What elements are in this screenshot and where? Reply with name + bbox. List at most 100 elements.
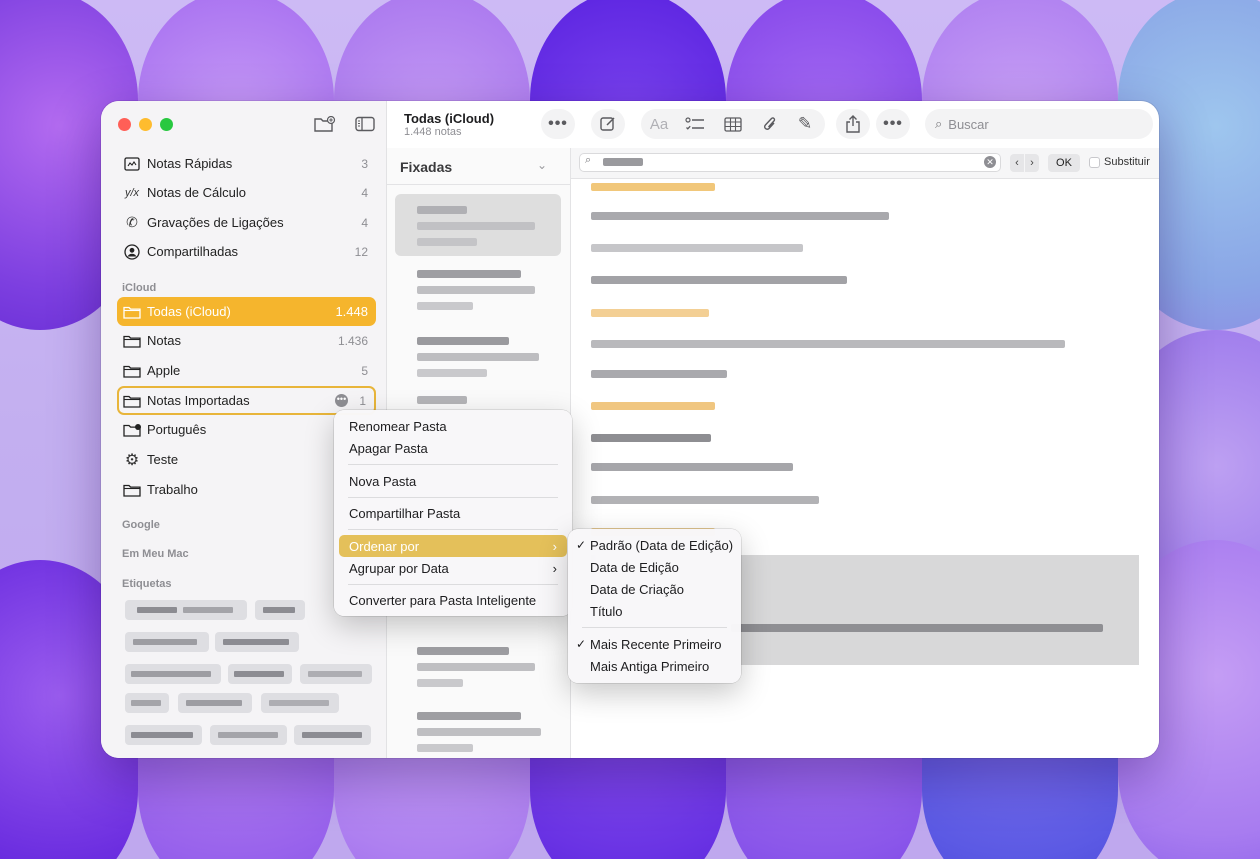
minimize-button[interactable]: [139, 118, 152, 131]
sidebar-item-quick-notes[interactable]: Notas Rápidas 3: [117, 149, 376, 178]
menu-item-delete-folder[interactable]: Apagar Pasta: [339, 437, 567, 459]
close-button[interactable]: [118, 118, 131, 131]
share-button[interactable]: [836, 109, 870, 139]
tag-chip[interactable]: [210, 725, 287, 745]
menu-separator: [348, 529, 558, 530]
folder-icon: [123, 482, 141, 498]
sidebar-item-label: Notas: [147, 333, 181, 348]
submenu-item-default[interactable]: ✓ Padrão (Data de Edição): [573, 534, 736, 556]
menu-item-rename-folder[interactable]: Renomear Pasta: [339, 415, 567, 437]
section-header-icloud: iCloud: [122, 282, 157, 294]
replace-label: Substituir: [1104, 156, 1150, 168]
tag-chip[interactable]: [261, 693, 339, 713]
markup-icon[interactable]: ✎: [791, 109, 819, 139]
list-item[interactable]: [395, 266, 561, 318]
sidebar-item-count: 5: [361, 363, 368, 378]
section-header-tags: Etiquetas: [122, 578, 172, 590]
previous-match-button[interactable]: ‹: [1010, 154, 1024, 172]
submenu-item-date-edited[interactable]: Data de Edição: [573, 556, 736, 578]
new-note-button[interactable]: [591, 109, 625, 139]
chevron-right-icon: ›: [552, 560, 557, 576]
page-title: Todas (iCloud): [404, 111, 495, 126]
submenu-item-title[interactable]: Título: [573, 600, 736, 622]
overflow-button[interactable]: •••: [876, 109, 910, 139]
tag-chip[interactable]: [125, 600, 247, 620]
replace-checkbox[interactable]: [1089, 157, 1100, 168]
menu-item-new-folder[interactable]: Nova Pasta: [339, 470, 567, 492]
menu-separator: [348, 584, 558, 585]
shared-folder-icon: [123, 422, 141, 438]
list-item[interactable]: [395, 708, 561, 758]
chevron-down-icon[interactable]: ⌄: [537, 158, 547, 172]
folder-icon: [123, 304, 141, 320]
tag-chip[interactable]: [294, 725, 371, 745]
sidebar-item-count: 3: [361, 156, 368, 171]
person-circle-icon: [123, 243, 141, 260]
list-item-selected[interactable]: [395, 194, 561, 256]
sidebar-item-call-recordings[interactable]: ✆ Gravações de Ligações 4: [117, 208, 376, 237]
tag-chip[interactable]: [228, 664, 292, 684]
sidebar-item-count: 4: [361, 215, 368, 230]
notes-window: Notas Rápidas 3 y/x Notas de Cálculo 4 ✆…: [101, 101, 1159, 758]
sidebar-item-label: Trabalho: [147, 482, 198, 497]
list-item[interactable]: [395, 333, 561, 385]
search-field[interactable]: ⌕ Buscar: [925, 109, 1153, 139]
submenu-item-label: Padrão (Data de Edição): [590, 537, 734, 553]
folder-icon: [123, 333, 141, 349]
menu-item-convert-smart-folder[interactable]: Converter para Pasta Inteligente: [339, 589, 567, 611]
submenu-item-oldest-first[interactable]: Mais Antiga Primeiro: [573, 655, 736, 677]
tag-chip[interactable]: [300, 664, 372, 684]
tag-chip[interactable]: [215, 632, 299, 652]
submenu-item-newest-first[interactable]: ✓ Mais Recente Primeiro: [573, 633, 736, 655]
folder-context-menu: Renomear Pasta Apagar Pasta Nova Pasta C…: [334, 410, 572, 616]
sidebar-item-label: Gravações de Ligações: [147, 215, 284, 230]
more-options-icon[interactable]: •••: [335, 394, 348, 407]
sidebar-item-imported-notes[interactable]: Notas Importadas ••• 1: [117, 386, 376, 415]
sidebar-item-shared[interactable]: Compartilhadas 12: [117, 237, 376, 266]
sidebar-item-label: Português: [147, 422, 207, 437]
menu-separator: [582, 627, 727, 628]
pinned-header: Fixadas: [400, 159, 453, 175]
tag-chip[interactable]: [125, 725, 202, 745]
sidebar-item-count: 1.448: [335, 304, 368, 319]
table-icon[interactable]: [719, 109, 747, 139]
find-input[interactable]: ⌕ ✕: [579, 153, 1001, 172]
sidebar-item-label: Todas (iCloud): [147, 304, 231, 319]
tag-chip[interactable]: [125, 693, 169, 713]
search-icon: ⌕: [585, 154, 592, 166]
find-bar: ⌕ ✕ ‹ › OK Substituir: [571, 148, 1159, 179]
attachment-icon[interactable]: [756, 109, 784, 139]
sidebar-item-notas[interactable]: Notas 1.436: [117, 326, 376, 355]
more-options-button[interactable]: •••: [541, 109, 575, 139]
new-folder-icon[interactable]: [313, 114, 337, 134]
folder-icon: [123, 363, 141, 379]
sidebar-item-label: Teste: [147, 452, 179, 467]
sidebar-item-all-icloud[interactable]: Todas (iCloud) 1.448: [117, 297, 376, 326]
sidebar-item-apple[interactable]: Apple 5: [117, 356, 376, 385]
menu-item-group-by-date[interactable]: Agrupar por Data ›: [339, 557, 567, 579]
ok-button[interactable]: OK: [1048, 154, 1080, 172]
submenu-item-date-created[interactable]: Data de Criação: [573, 578, 736, 600]
sidebar-item-count: 12: [354, 244, 368, 259]
next-match-button[interactable]: ›: [1025, 154, 1039, 172]
sidebar-item-math-notes[interactable]: y/x Notas de Cálculo 4: [117, 178, 376, 207]
clear-icon[interactable]: ✕: [984, 156, 996, 168]
tag-chip[interactable]: [178, 693, 252, 713]
chevron-right-icon: ›: [552, 538, 557, 554]
search-icon: ⌕: [935, 116, 943, 131]
tag-chip[interactable]: [125, 632, 209, 652]
sidebar-item-label: Notas Rápidas: [147, 156, 233, 171]
sidebar-item-count: 1.436: [337, 333, 368, 348]
sidebar-item-label: Notas Importadas: [147, 393, 250, 408]
menu-item-sort-by[interactable]: Ordenar por ›: [339, 535, 567, 557]
tag-chip[interactable]: [255, 600, 305, 620]
note-count: 1.448 notas: [404, 126, 462, 138]
menu-item-share-folder[interactable]: Compartilhar Pasta: [339, 502, 567, 524]
format-text-button[interactable]: Aa: [645, 109, 673, 139]
checklist-icon[interactable]: [681, 109, 709, 139]
list-item[interactable]: [395, 643, 561, 695]
math-notes-icon: y/x: [124, 186, 140, 199]
sidebar-toggle-icon[interactable]: [353, 114, 377, 134]
tag-chip[interactable]: [125, 664, 221, 684]
zoom-button[interactable]: [160, 118, 173, 131]
